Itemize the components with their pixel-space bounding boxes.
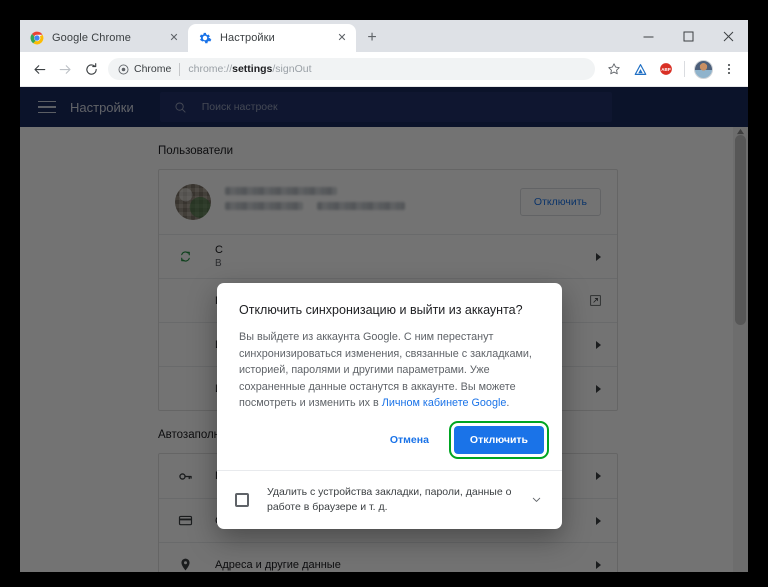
close-icon[interactable]: ✕	[334, 30, 350, 46]
new-tab-button[interactable]: +	[358, 24, 386, 52]
dialog-body: Вы выйдете из аккаунта Google. С ним пер…	[217, 317, 562, 412]
url-suffix: /signOut	[272, 63, 312, 75]
sign-out-dialog: Отключить синхронизацию и выйти из аккау…	[217, 283, 562, 529]
confirm-button-wrapper: Отключить	[448, 420, 549, 459]
dialog-actions: Отмена Отключить	[217, 412, 562, 470]
google-account-link[interactable]: Личном кабинете Google	[382, 397, 507, 409]
browser-tab-google-chrome[interactable]: Google Chrome ✕	[20, 24, 188, 52]
clear-data-label: Удалить с устройства закладки, пароли, д…	[267, 485, 512, 513]
url-text: chrome://settings/signOut	[188, 63, 311, 75]
reload-button[interactable]	[78, 56, 104, 82]
back-arrow-icon	[33, 64, 45, 74]
tab-strip: Google Chrome ✕ Настройки ✕ +	[20, 20, 748, 52]
page-viewport: Настройки Поиск настроек Пользователи	[20, 87, 748, 572]
profile-avatar	[693, 59, 713, 79]
close-icon	[723, 31, 733, 41]
adblock-icon: ABP	[660, 63, 672, 75]
confirm-turn-off-button[interactable]: Отключить	[453, 425, 544, 454]
adblock-button[interactable]: ABP	[653, 56, 679, 82]
url-prefix: chrome://	[188, 63, 233, 75]
star-icon	[608, 63, 620, 75]
clear-data-checkbox[interactable]	[235, 492, 249, 507]
toolbar-right-icons: ABP	[601, 56, 742, 82]
minimize-icon	[643, 36, 653, 37]
back-button[interactable]	[26, 56, 52, 82]
tab-title: Настройки	[220, 32, 275, 44]
site-info-icon[interactable]	[118, 64, 129, 75]
blue-triangle-extension-icon	[634, 63, 646, 75]
forward-button[interactable]	[52, 56, 78, 82]
tab-title: Google Chrome	[52, 32, 131, 44]
chrome-icon	[30, 31, 44, 45]
browser-toolbar: Chrome chrome://settings/signOut ABP	[20, 52, 748, 87]
omnibox-divider	[179, 62, 181, 76]
cancel-button[interactable]: Отмена	[374, 425, 444, 454]
address-bar[interactable]: Chrome chrome://settings/signOut	[108, 58, 595, 80]
forward-arrow-icon	[59, 64, 71, 74]
minimize-button[interactable]	[628, 21, 668, 51]
settings-gear-icon	[199, 32, 212, 44]
reload-icon	[85, 62, 97, 75]
chrome-menu-button[interactable]	[716, 56, 742, 82]
profile-button[interactable]	[690, 56, 716, 82]
chrome-browser-window: Google Chrome ✕ Настройки ✕ + Chrome chr…	[20, 20, 748, 572]
browser-tab-settings[interactable]: Настройки ✕	[188, 24, 356, 52]
window-controls	[628, 20, 748, 52]
close-window-button[interactable]	[708, 21, 748, 51]
chevron-down-icon[interactable]	[530, 493, 544, 506]
svg-text:ABP: ABP	[661, 67, 670, 72]
dialog-footer: Удалить с устройства закладки, пароли, д…	[217, 469, 562, 529]
maximize-icon	[683, 31, 693, 41]
extension-button-blue[interactable]	[627, 56, 653, 82]
bookmark-button[interactable]	[601, 56, 627, 82]
security-chip-label: Chrome	[134, 63, 172, 75]
maximize-button[interactable]	[668, 21, 708, 51]
url-bold: settings	[232, 63, 273, 75]
chrome-globe-icon	[118, 64, 129, 74]
close-icon[interactable]: ✕	[166, 30, 182, 46]
screenshot-root: Google Chrome ✕ Настройки ✕ + Chrome chr…	[0, 0, 768, 587]
dialog-body-text-end: .	[506, 397, 510, 409]
toolbar-separator	[684, 61, 685, 77]
three-dot-menu-icon	[727, 63, 731, 75]
dialog-title: Отключить синхронизацию и выйти из аккау…	[239, 303, 523, 317]
